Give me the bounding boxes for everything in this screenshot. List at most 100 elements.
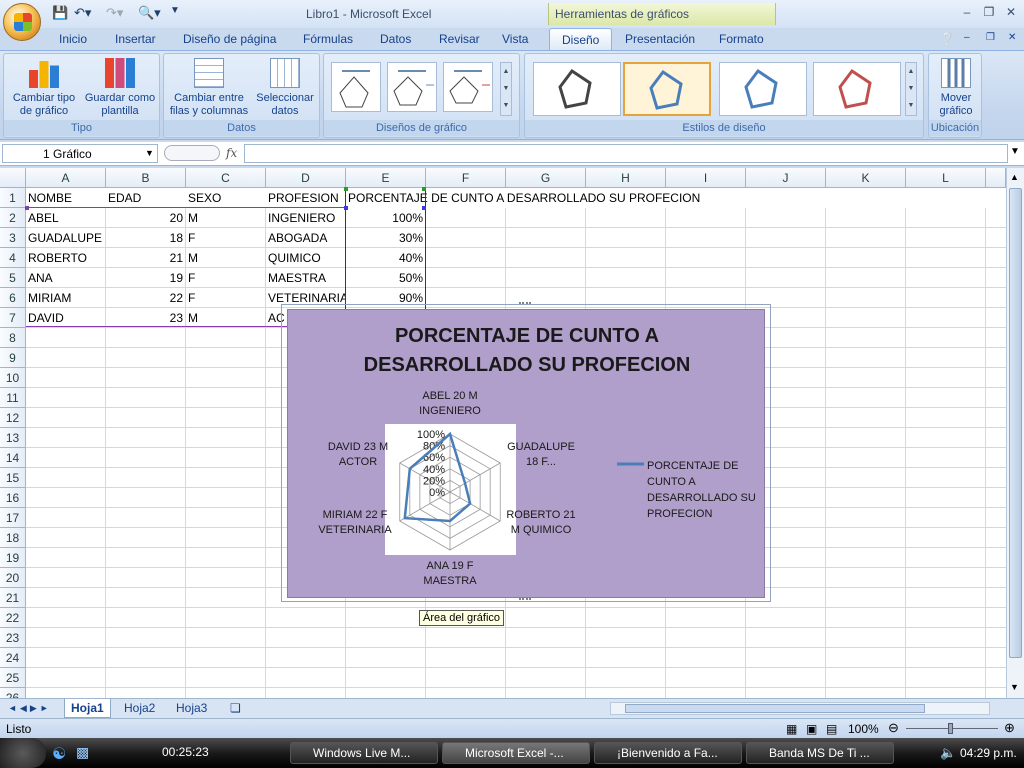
plot-area[interactable]: 100% 80% 60% 40% 20% 0% bbox=[385, 424, 516, 555]
col-header-l[interactable]: L bbox=[906, 168, 986, 188]
expand-formula-icon[interactable]: ▼ bbox=[1010, 146, 1020, 157]
task-windows-live[interactable]: Windows Live M... bbox=[290, 742, 438, 764]
sheet-nav-icons[interactable]: ◄◀▶► bbox=[2, 699, 58, 718]
h-scroll-thumb[interactable] bbox=[625, 704, 925, 713]
timer-item[interactable]: 00:25:23 bbox=[140, 742, 280, 764]
row-header[interactable]: 20 bbox=[0, 568, 26, 588]
row-header[interactable]: 2 bbox=[0, 208, 26, 228]
styles-scroll[interactable]: ▲ ▼ ▼ bbox=[905, 62, 917, 116]
formula-input[interactable] bbox=[244, 144, 1008, 163]
undo-icon[interactable]: ↶▾ bbox=[74, 5, 91, 21]
sheet-tab-hoja3[interactable]: Hoja3 bbox=[170, 699, 213, 718]
legend[interactable]: PORCENTAJE DE CUNTO A DESARROLLADO SU PR… bbox=[647, 458, 757, 522]
col-header-i[interactable]: I bbox=[666, 168, 746, 188]
scroll-down-icon[interactable]: ▼ bbox=[1010, 682, 1019, 692]
name-box[interactable]: 1 Gráfico bbox=[2, 144, 158, 163]
chart-resize-handle-bottom[interactable] bbox=[519, 598, 531, 602]
zoom-level[interactable]: 100% bbox=[848, 722, 879, 736]
start-button[interactable] bbox=[0, 738, 46, 768]
row-header[interactable]: 17 bbox=[0, 508, 26, 528]
cell-c1[interactable]: SEXO bbox=[188, 188, 222, 208]
page-layout-icon[interactable]: ▣ bbox=[806, 722, 817, 736]
tab-diseno[interactable]: Diseño bbox=[549, 28, 613, 51]
ribbon-minimize-icon[interactable]: – bbox=[964, 32, 970, 43]
row-header[interactable]: 6 bbox=[0, 288, 26, 308]
zoom-out-icon[interactable]: ⊖ bbox=[888, 720, 899, 736]
redo-icon[interactable]: ↷▾ bbox=[106, 5, 123, 21]
row-header[interactable]: 15 bbox=[0, 468, 26, 488]
print-preview-icon[interactable]: 🔍▾ bbox=[138, 5, 161, 21]
row-header[interactable]: 26 bbox=[0, 688, 26, 698]
name-box-dropdown-icon[interactable]: ▼ bbox=[145, 148, 154, 158]
style-3[interactable] bbox=[719, 62, 807, 116]
select-all-corner[interactable] bbox=[0, 168, 26, 188]
row-header[interactable]: 12 bbox=[0, 408, 26, 428]
insert-function-icon[interactable]: fx bbox=[226, 146, 237, 160]
row-header[interactable]: 11 bbox=[0, 388, 26, 408]
save-icon[interactable]: 💾 bbox=[52, 5, 68, 21]
restore-button[interactable]: ❐ bbox=[978, 5, 1000, 21]
row-header[interactable]: 19 bbox=[0, 548, 26, 568]
page-break-icon[interactable]: ▤ bbox=[826, 722, 837, 736]
mover-grafico-button[interactable]: Mover gráfico bbox=[931, 58, 981, 118]
sheet-tab-hoja2[interactable]: Hoja2 bbox=[118, 699, 161, 718]
office-button[interactable] bbox=[3, 3, 41, 41]
volume-icon[interactable]: 🔈 bbox=[940, 745, 956, 761]
tab-presentacion[interactable]: Presentación bbox=[625, 32, 695, 46]
row-header[interactable]: 8 bbox=[0, 328, 26, 348]
tab-vista[interactable]: Vista bbox=[502, 32, 528, 46]
guardar-plantilla-button[interactable]: Guardar como plantilla bbox=[82, 58, 158, 118]
chart-resize-handle-top[interactable] bbox=[519, 302, 531, 306]
tab-inicio[interactable]: Inicio bbox=[59, 32, 87, 46]
normal-view-icon[interactable]: ▦ bbox=[786, 722, 797, 736]
ie-quicklaunch-icon[interactable]: ☯ bbox=[52, 744, 66, 764]
zoom-in-icon[interactable]: ⊕ bbox=[1004, 720, 1015, 736]
style-4[interactable] bbox=[813, 62, 901, 116]
row-header[interactable]: 25 bbox=[0, 668, 26, 688]
style-1[interactable] bbox=[533, 62, 621, 116]
cambiar-filas-button[interactable]: Cambiar entre filas y columnas bbox=[166, 58, 252, 118]
row-header[interactable]: 3 bbox=[0, 228, 26, 248]
insert-sheet-icon[interactable]: ❏ bbox=[224, 699, 247, 718]
tab-insertar[interactable]: Insertar bbox=[115, 32, 156, 46]
row-header[interactable]: 13 bbox=[0, 428, 26, 448]
col-header-d[interactable]: D bbox=[266, 168, 346, 188]
layouts-scroll[interactable]: ▲ ▼ ▼ bbox=[500, 62, 512, 116]
row-header[interactable]: 23 bbox=[0, 628, 26, 648]
desktop-quicklaunch-icon[interactable]: ▩ bbox=[76, 744, 89, 761]
col-header-a[interactable]: A bbox=[26, 168, 106, 188]
row-header[interactable]: 4 bbox=[0, 248, 26, 268]
row-header[interactable]: 10 bbox=[0, 368, 26, 388]
chart-title[interactable]: PORCENTAJE DE CUNTO A DESARROLLADO SU PR… bbox=[288, 322, 766, 380]
minimize-button[interactable]: – bbox=[956, 5, 978, 21]
tab-formulas[interactable]: Fórmulas bbox=[303, 32, 353, 46]
tab-revisar[interactable]: Revisar bbox=[439, 32, 480, 46]
scroll-up-icon[interactable]: ▲ bbox=[1010, 172, 1019, 182]
col-header-h[interactable]: H bbox=[586, 168, 666, 188]
task-banda[interactable]: Banda MS De Ti ... bbox=[746, 742, 894, 764]
close-button[interactable]: ✕ bbox=[1000, 5, 1022, 21]
row-header[interactable]: 22 bbox=[0, 608, 26, 628]
zoom-slider-thumb[interactable] bbox=[948, 723, 953, 734]
tab-diseno-pagina[interactable]: Diseño de página bbox=[183, 32, 276, 46]
row-header[interactable]: 5 bbox=[0, 268, 26, 288]
col-header-f[interactable]: F bbox=[426, 168, 506, 188]
seleccionar-datos-button[interactable]: Seleccionar datos bbox=[252, 58, 318, 118]
layout-thumb-3[interactable] bbox=[443, 62, 493, 112]
task-excel[interactable]: Microsoft Excel -... bbox=[442, 742, 590, 764]
help-icon[interactable]: ❔ bbox=[940, 32, 955, 46]
horizontal-scrollbar[interactable] bbox=[610, 702, 990, 715]
cambiar-tipo-button[interactable]: Cambiar tipo de gráfico bbox=[6, 58, 82, 118]
scroll-thumb[interactable] bbox=[1009, 188, 1022, 658]
tab-formato[interactable]: Formato bbox=[719, 32, 764, 46]
col-header-c[interactable]: C bbox=[186, 168, 266, 188]
vertical-scrollbar[interactable]: ▲ ▼ bbox=[1006, 168, 1024, 698]
row-header[interactable]: 24 bbox=[0, 648, 26, 668]
col-header-g[interactable]: G bbox=[506, 168, 586, 188]
formula-splitter[interactable] bbox=[164, 145, 220, 161]
row-header[interactable]: 21 bbox=[0, 588, 26, 608]
col-header-k[interactable]: K bbox=[826, 168, 906, 188]
cell-b1[interactable]: EDAD bbox=[108, 188, 142, 208]
sheet-tab-hoja1[interactable]: Hoja1 bbox=[64, 699, 111, 718]
tab-datos[interactable]: Datos bbox=[380, 32, 411, 46]
